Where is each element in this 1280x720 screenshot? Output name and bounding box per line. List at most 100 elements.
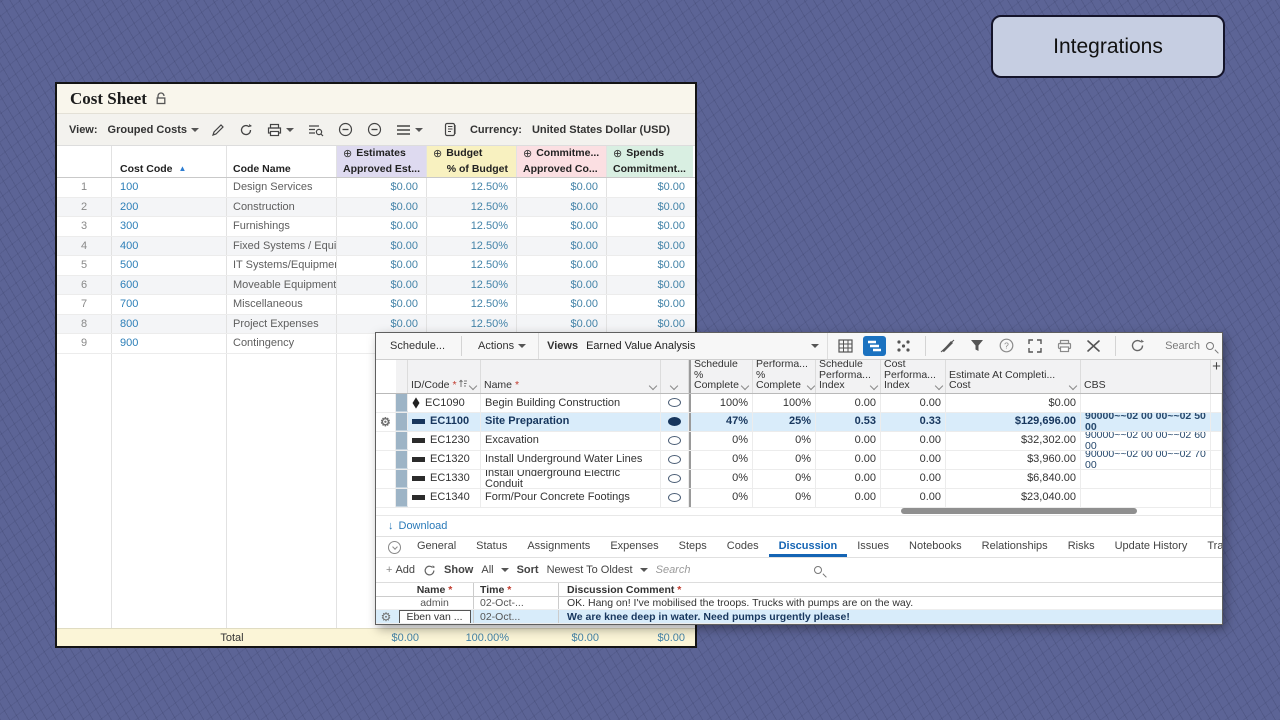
fill-down-button[interactable] [936,336,959,356]
approved-commitment-cell[interactable]: $0.00 [517,217,607,236]
approved-commitment-cell[interactable]: $0.00 [517,256,607,275]
activity-name-cell[interactable]: Install Underground Water Lines [481,451,661,469]
col-header-commitment[interactable]: Commitment... [607,160,693,177]
col-header-schedule-pct[interactable]: Schedule % Complete [689,360,753,393]
performance-pct-cell[interactable]: 0% [753,432,816,450]
approved-commitment-cell[interactable]: $0.00 [517,237,607,256]
pct-of-budget-cell[interactable]: 12.50% [427,295,517,314]
code-name-cell[interactable]: Miscellaneous [227,295,337,314]
activity-row[interactable]: ⚙ EC1100 Site Preparation 47% 25% 0.53 0… [376,413,1222,432]
collapse-panel-icon[interactable] [388,541,401,554]
spi-cell[interactable]: 0.00 [816,451,881,469]
eac-cell[interactable]: $3,960.00 [946,451,1081,469]
menu-button[interactable] [394,122,425,138]
performance-pct-cell[interactable]: 0% [753,470,816,488]
row-handle[interactable] [396,394,408,412]
comment-bubble-icon[interactable] [668,474,681,483]
approved-commitment-cell[interactable]: $0.00 [517,178,607,197]
discussion-cell[interactable] [661,470,689,488]
chevron-down-icon[interactable] [741,382,749,390]
spi-cell[interactable]: 0.00 [816,432,881,450]
cbs-cell[interactable]: 90000~~02 00 00~~02 70 00 [1081,451,1211,469]
table-row[interactable]: 1 100 Design Services $0.00 12.50% $0.00… [57,178,695,198]
search-in-list-button[interactable] [306,121,326,139]
schedule-pct-cell[interactable]: 100% [689,394,753,412]
table-row[interactable]: 4 400 Fixed Systems / Equip... $0.00 12.… [57,237,695,257]
activity-row[interactable]: ⚙ EC1230 Excavation 0% 0% 0.00 0.00 $32,… [376,432,1222,451]
show-dropdown[interactable]: All [481,564,508,576]
collapse-all-button[interactable] [336,120,355,139]
views-dropdown[interactable]: Views Earned Value Analysis [538,333,828,359]
commitment-cell[interactable]: $0.00 [607,198,693,217]
cost-code-cell[interactable]: 300 [112,217,227,236]
cost-code-cell[interactable]: 200 [112,198,227,217]
commitment-cell[interactable]: $0.00 [607,178,693,197]
performance-pct-cell[interactable]: 0% [753,451,816,469]
group-spends[interactable]: ⊕Spends [607,146,693,160]
tab[interactable]: Expenses [600,537,668,557]
tab[interactable]: Discussion [769,537,848,557]
cbs-cell[interactable] [1081,470,1211,488]
filter-button[interactable] [965,336,988,356]
schedule-pct-cell[interactable]: 0% [689,489,753,507]
expand-plus-icon[interactable]: ⊕ [613,147,622,160]
col-header-cbs[interactable]: CBS [1081,360,1211,393]
discussion-cell[interactable] [661,394,689,412]
spi-cell[interactable]: 0.53 [816,413,881,431]
comment-time-cell[interactable]: 02-Oct-... [474,597,559,609]
discussion-row[interactable]: ⚙ Eben van ... 02-Oct... We are knee dee… [376,610,1222,624]
eac-cell[interactable]: $23,040.00 [946,489,1081,507]
approved-commitment-cell[interactable]: $0.00 [517,198,607,217]
tab[interactable]: General [407,537,466,557]
refresh-button[interactable] [423,564,436,577]
eac-cell[interactable]: $129,696.00 [946,413,1081,431]
add-column-button[interactable]: + [1211,360,1222,393]
group-budget[interactable]: ⊕Budget [427,146,517,160]
cost-code-cell[interactable]: 600 [112,276,227,295]
discussion-cell[interactable] [661,489,689,507]
sort-icon[interactable] [458,378,468,389]
performance-pct-cell[interactable]: 100% [753,394,816,412]
row-handle[interactable] [396,451,408,469]
table-row[interactable]: 5 500 IT Systems/Equipment $0.00 12.50% … [57,256,695,276]
comment-author-cell[interactable]: admin [396,597,474,609]
chevron-down-icon[interactable] [469,382,477,390]
col-header-time[interactable]: Time * [474,583,559,596]
activity-id-cell[interactable]: EC1230 [408,432,481,450]
discussion-row[interactable]: ⚙ admin 02-Oct-... OK. Hang on! I've mob… [376,597,1222,610]
actions-menu-button[interactable]: Actions [472,340,532,352]
approved-commitment-cell[interactable]: $0.00 [517,276,607,295]
code-name-cell[interactable]: Construction [227,198,337,217]
spi-cell[interactable]: 0.00 [816,394,881,412]
cpi-cell[interactable]: 0.00 [881,432,946,450]
comment-bubble-icon[interactable] [668,436,681,445]
approved-commitment-cell[interactable]: $0.00 [517,295,607,314]
pct-of-budget-cell[interactable]: 12.50% [427,276,517,295]
gear-icon[interactable]: ⚙ [381,611,392,623]
discussion-cell[interactable] [661,432,689,450]
code-name-cell[interactable]: Fixed Systems / Equip... [227,237,337,256]
approved-estimate-cell[interactable]: $0.00 [337,237,427,256]
network-view-button[interactable] [892,336,915,356]
commitment-cell[interactable]: $0.00 [607,237,693,256]
code-name-cell[interactable]: Contingency [227,334,337,353]
code-name-cell[interactable]: Design Services [227,178,337,197]
comment-bubble-icon[interactable] [668,398,681,407]
group-commitments[interactable]: ⊕Commitme... [517,146,607,160]
col-header-spi[interactable]: Schedule Performa... Index [816,360,881,393]
tab[interactable]: Update History [1105,537,1198,557]
tab[interactable]: Codes [717,537,769,557]
comment-author-cell[interactable]: Eben van ... [396,610,474,623]
tab[interactable]: Status [466,537,517,557]
row-handle[interactable] [396,432,408,450]
table-row[interactable]: 6 600 Moveable Equipment $0.00 12.50% $0… [57,276,695,296]
tab[interactable]: Issues [847,537,899,557]
cbs-cell[interactable]: 90000~~02 00 00~~02 60 00 [1081,432,1211,450]
approved-estimate-cell[interactable]: $0.00 [337,256,427,275]
activity-id-cell[interactable]: EC1340 [408,489,481,507]
tab[interactable]: Trace Logic [1197,537,1222,557]
activity-row[interactable]: ⚙ EC1320 Install Underground Water Lines… [376,451,1222,470]
code-name-cell[interactable]: Moveable Equipment [227,276,337,295]
spi-cell[interactable]: 0.00 [816,489,881,507]
code-name-cell[interactable]: Furnishings [227,217,337,236]
